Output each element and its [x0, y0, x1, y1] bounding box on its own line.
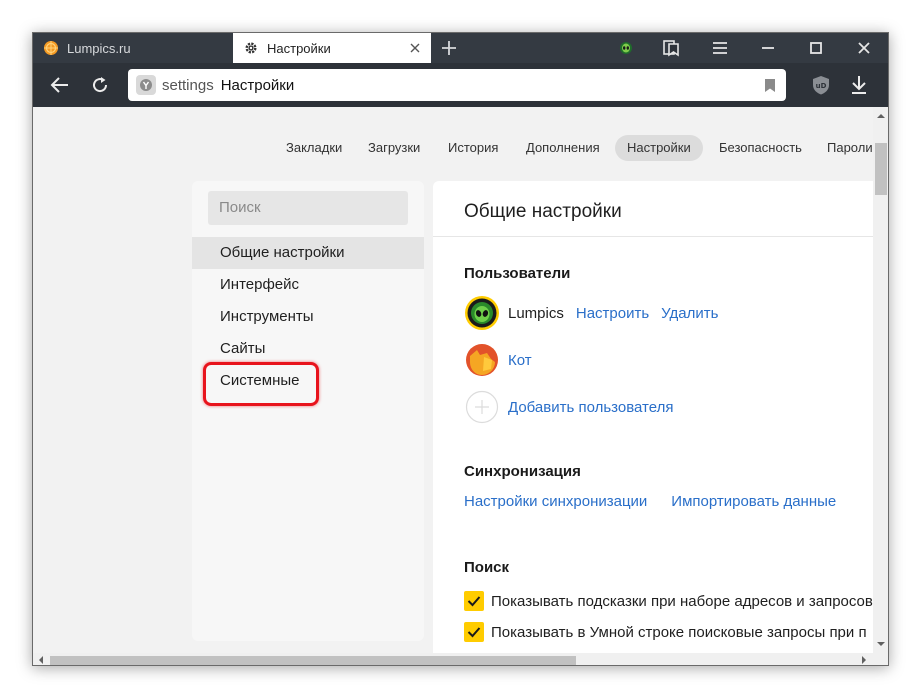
user-row-kot: Кот [464, 340, 532, 380]
user-row-lumpics: Lumpics Настроить Удалить [464, 293, 718, 333]
svg-text:uD: uD [816, 82, 827, 90]
back-arrow-icon[interactable] [48, 74, 72, 96]
yandex-browser-icon [136, 75, 156, 95]
address-page-title: Настройки [220, 76, 295, 94]
nav-history[interactable]: История [436, 135, 510, 161]
settings-page: Закладки Загрузки История Дополнения Нас… [33, 107, 873, 653]
sync-heading: Синхронизация [464, 463, 581, 480]
close-tab-icon[interactable] [407, 40, 423, 56]
address-bar[interactable]: settings Настройки [128, 69, 786, 101]
vertical-scroll-thumb[interactable] [875, 143, 887, 195]
download-icon[interactable] [847, 74, 871, 96]
nav-passwords[interactable]: Пароли [815, 135, 873, 161]
nav-security[interactable]: Безопасность [707, 135, 814, 161]
address-host: settings [162, 76, 214, 94]
gear-icon [243, 40, 259, 56]
bookmark-icon[interactable] [764, 78, 776, 93]
scroll-right-icon[interactable] [859, 655, 869, 665]
alien-avatar [465, 296, 499, 330]
horizontal-scrollbar[interactable] [33, 653, 873, 665]
ublock-shield-icon[interactable]: uD [809, 74, 833, 96]
reload-icon[interactable] [89, 74, 113, 96]
add-user-icon[interactable] [464, 389, 500, 425]
sync-settings-link[interactable]: Настройки синхронизации [464, 493, 647, 510]
sidebar-item-sites[interactable]: Сайты [192, 333, 424, 365]
settings-search-input[interactable]: Поиск [208, 191, 408, 225]
maximize-icon[interactable] [805, 38, 827, 58]
option-label: Показывать подсказки при наборе адресов … [491, 592, 873, 610]
sidebar-item-interface[interactable]: Интерфейс [192, 269, 424, 301]
checkmark-icon [467, 627, 481, 638]
sync-links: Настройки синхронизации Импортировать дан… [464, 493, 836, 510]
scrollbar-corner [873, 653, 888, 665]
checkbox-checked[interactable] [464, 622, 484, 642]
nav-extensions[interactable]: Дополнения [514, 135, 612, 161]
users-heading: Пользователи [464, 265, 571, 282]
sidebar-item-tools[interactable]: Инструменты [192, 301, 424, 333]
configure-user-link[interactable]: Настроить [576, 305, 649, 322]
browser-window: Lumpics.ru Настройки settings Настройки … [32, 32, 889, 666]
tab-title: Настройки [267, 40, 331, 56]
add-user-row[interactable]: Добавить пользователя [464, 387, 673, 427]
scroll-down-icon[interactable] [876, 639, 886, 649]
toolbar: settings Настройки uD [33, 63, 888, 107]
minimize-icon[interactable] [757, 38, 779, 58]
tab-lumpics[interactable]: Lumpics.ru [33, 33, 233, 63]
delete-user-link[interactable]: Удалить [661, 305, 718, 322]
scroll-left-icon[interactable] [36, 655, 46, 665]
alien-extension-icon[interactable] [615, 38, 637, 58]
settings-sidebar: Поиск Общие настройки Интерфейс Инструме… [192, 181, 424, 641]
import-data-link[interactable]: Импортировать данные [671, 493, 836, 510]
user-kot-link[interactable]: Кот [508, 352, 532, 369]
orange-favicon-icon [43, 40, 59, 56]
tab-strip: Lumpics.ru Настройки [33, 33, 888, 63]
red-highlight-frame [203, 362, 319, 406]
nav-bookmarks[interactable]: Закладки [274, 135, 354, 161]
checkbox-checked[interactable] [464, 591, 484, 611]
user-name: Lumpics [508, 304, 564, 322]
nav-settings[interactable]: Настройки [615, 135, 703, 161]
nav-downloads[interactable]: Загрузки [356, 135, 432, 161]
sidebar-item-general[interactable]: Общие настройки [192, 237, 424, 269]
tab-title: Lumpics.ru [67, 40, 131, 56]
bookmarks-panel-icon[interactable] [660, 38, 682, 58]
search-option-smartbar[interactable]: Показывать в Умной строке поисковые запр… [464, 622, 867, 642]
search-option-suggestions[interactable]: Показывать подсказки при наборе адресов … [464, 591, 873, 611]
add-user-link[interactable]: Добавить пользователя [508, 399, 673, 416]
new-tab-button[interactable] [439, 38, 459, 58]
tab-settings[interactable]: Настройки [233, 33, 431, 63]
scroll-up-icon[interactable] [876, 111, 886, 121]
settings-top-nav: Закладки Загрузки История Дополнения Нас… [33, 135, 873, 161]
vertical-scrollbar[interactable] [873, 107, 888, 653]
cat-avatar [466, 344, 498, 376]
option-label: Показывать в Умной строке поисковые запр… [491, 623, 867, 641]
close-window-icon[interactable] [853, 38, 875, 58]
checkmark-icon [467, 596, 481, 607]
settings-main-panel: Общие настройки Пользователи Lumpics Нас… [433, 181, 873, 653]
page-title: Общие настройки [464, 201, 622, 222]
search-heading: Поиск [464, 559, 510, 576]
horizontal-scroll-thumb[interactable] [50, 656, 576, 665]
divider [433, 236, 873, 237]
menu-icon[interactable] [709, 38, 731, 58]
